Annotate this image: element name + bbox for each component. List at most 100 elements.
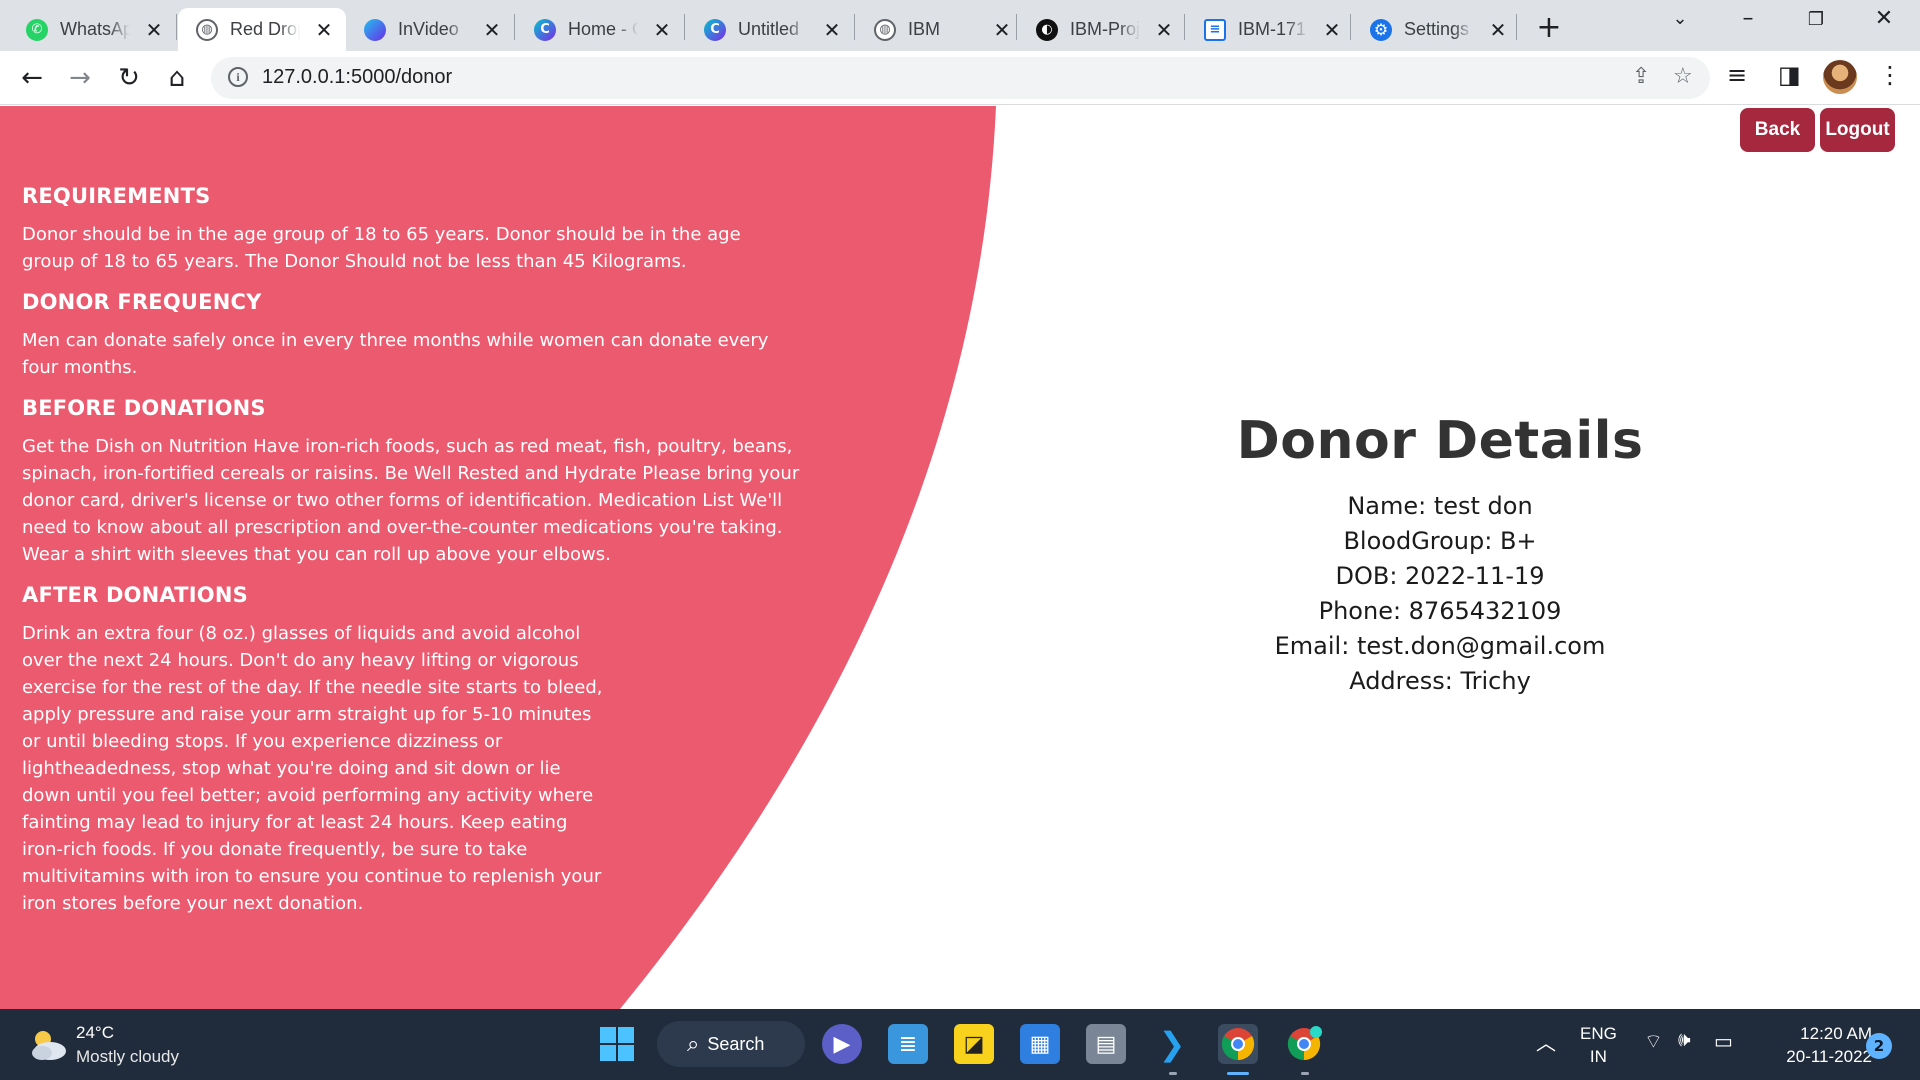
github-icon: ◐ xyxy=(1036,18,1058,41)
address-bar[interactable]: i 127.0.0.1:5000/donor ⇪ ☆ xyxy=(211,57,1710,99)
close-icon[interactable]: ✕ xyxy=(990,18,1014,42)
donor-email: Email: test.don@gmail.com xyxy=(1274,632,1606,660)
media-control-icon[interactable]: ≡ xyxy=(1727,61,1747,89)
tab-ibm[interactable]: ◍ IBM ✕ xyxy=(856,8,1024,51)
clock-date: 20-11-2022 xyxy=(1786,1047,1872,1066)
globe-icon: ◍ xyxy=(196,18,218,41)
gear-icon: ⚙ xyxy=(1370,18,1392,41)
cloudy-weather-icon[interactable] xyxy=(28,1027,68,1063)
share-icon[interactable]: ⇪ xyxy=(1632,64,1650,89)
before-donations-heading: BEFORE DONATIONS xyxy=(22,396,266,420)
after-donations-heading: AFTER DONATIONS xyxy=(22,583,248,607)
clock[interactable]: 12:20 AM 20-11-2022 xyxy=(1762,1022,1872,1068)
logout-button[interactable]: Logout xyxy=(1820,108,1895,152)
restore-button[interactable]: ❐ xyxy=(1796,9,1836,30)
tab-title: Settings xyxy=(1404,19,1470,39)
tab-red-drop[interactable]: ◍ Red Drop ✕ xyxy=(178,8,346,51)
show-hidden-icons-chevron-icon[interactable]: ︿ xyxy=(1536,1027,1556,1056)
requirements-text: Donor should be in the age group of 18 t… xyxy=(22,224,741,272)
taskbar-search[interactable]: ⌕ Search xyxy=(657,1021,805,1067)
region-code: IN xyxy=(1589,1047,1607,1066)
back-arrow-icon[interactable]: ← xyxy=(15,61,49,95)
tab-search-chevron-icon[interactable]: ⌄ xyxy=(1660,8,1700,29)
tab-whatsapp[interactable]: ✆ WhatsApp ✕ xyxy=(8,8,176,51)
notification-badge[interactable]: 2 xyxy=(1866,1033,1892,1059)
canva-icon: C xyxy=(534,18,556,41)
globe-icon: ◍ xyxy=(874,18,896,41)
bookmark-star-icon[interactable]: ☆ xyxy=(1673,64,1693,89)
donor-blood-group: BloodGroup: B+ xyxy=(1343,527,1537,555)
wifi-icon[interactable]: ⌔ xyxy=(1644,1029,1663,1054)
notepad-icon[interactable]: ≣ xyxy=(888,1024,928,1064)
canva-icon: C xyxy=(704,18,726,41)
clock-time: 12:20 AM xyxy=(1800,1024,1872,1043)
donor-dob: DOB: 2022-11-19 xyxy=(1335,562,1545,590)
taskbar: 24°C Mostly cloudy ⌕ Search ▶ ≣ ◪ ▦ ▤ ❯ … xyxy=(0,1009,1920,1080)
weather-temperature[interactable]: 24°C xyxy=(76,1023,114,1043)
battery-icon[interactable]: ▭ xyxy=(1714,1029,1733,1054)
frequency-text: Men can donate safely once in every thre… xyxy=(22,330,769,378)
page-title: Donor Details xyxy=(1236,411,1644,471)
close-icon[interactable]: ✕ xyxy=(480,18,504,42)
tab-title: WhatsApp xyxy=(60,19,130,39)
tab-canva-home[interactable]: C Home - Canva ✕ xyxy=(516,8,684,51)
home-icon[interactable]: ⌂ xyxy=(160,61,194,95)
language-code: ENG xyxy=(1580,1024,1617,1043)
minimize-button[interactable]: – xyxy=(1728,6,1768,31)
chrome-profile-icon[interactable] xyxy=(1218,1024,1258,1064)
close-icon[interactable]: ✕ xyxy=(1486,18,1510,42)
weather-description[interactable]: Mostly cloudy xyxy=(76,1047,179,1067)
close-icon[interactable]: ✕ xyxy=(312,18,336,42)
close-icon[interactable]: ✕ xyxy=(1320,18,1344,42)
invideo-icon xyxy=(364,18,386,41)
input-language[interactable]: ENG IN xyxy=(1580,1022,1617,1068)
tab-title: Untitled xyxy=(738,19,800,39)
close-icon[interactable]: ✕ xyxy=(650,18,674,42)
before-donations-text: Get the Dish on Nutrition Have iron-rich… xyxy=(22,436,800,565)
whatsapp-icon: ✆ xyxy=(26,18,48,41)
tab-strip: ✆ WhatsApp ✕ ◍ Red Drop ✕ InVideo ✕ C Ho… xyxy=(0,0,1920,51)
tab-title: IBM xyxy=(908,19,941,39)
tab-untitled[interactable]: C Untitled ✕ xyxy=(686,8,854,51)
back-button[interactable]: Back xyxy=(1740,108,1815,152)
teams-chat-icon[interactable]: ▶ xyxy=(822,1024,862,1064)
calculator-icon[interactable]: ▤ xyxy=(1086,1024,1126,1064)
menu-kebab-icon[interactable]: ⋮ xyxy=(1878,61,1902,89)
browser-toolbar: ← → ↻ ⌂ i 127.0.0.1:5000/donor ⇪ ☆ ≡ ◨ ⋮ xyxy=(0,51,1920,105)
tab-title: IBM-171 xyxy=(1238,19,1307,39)
sticky-notes-icon[interactable]: ◪ xyxy=(954,1024,994,1064)
requirements-heading: REQUIREMENTS xyxy=(22,184,211,208)
tab-title: Home - Canva xyxy=(568,19,638,39)
close-icon[interactable]: ✕ xyxy=(1152,18,1176,42)
windows-start-icon[interactable] xyxy=(597,1024,637,1064)
info-icon[interactable]: i xyxy=(228,67,248,87)
vscode-icon[interactable]: ❯ xyxy=(1152,1024,1192,1064)
profile-avatar[interactable] xyxy=(1823,60,1857,94)
tab-title: InVideo xyxy=(398,19,459,39)
frequency-heading: DONOR FREQUENCY xyxy=(22,290,262,314)
close-icon[interactable]: ✕ xyxy=(820,18,844,42)
tab-title: IBM-Project xyxy=(1070,19,1140,39)
page-viewport: REQUIREMENTS Donor should be in the age … xyxy=(0,106,1920,1009)
forward-arrow-icon[interactable]: → xyxy=(63,61,97,95)
tab-settings[interactable]: ⚙ Settings ✕ xyxy=(1352,8,1520,51)
tab-invideo[interactable]: InVideo ✕ xyxy=(346,8,514,51)
side-panel-icon[interactable]: ◨ xyxy=(1778,61,1801,89)
new-tab-button[interactable]: + xyxy=(1533,10,1565,45)
donor-address: Address: Trichy xyxy=(1349,667,1531,695)
calendar-icon[interactable]: ▦ xyxy=(1020,1024,1060,1064)
tab-ibm-doc[interactable]: ≡ IBM-171 ✕ xyxy=(1186,8,1354,51)
close-icon[interactable]: ✕ xyxy=(142,18,166,42)
chrome-icon[interactable] xyxy=(1284,1024,1324,1064)
tab-github[interactable]: ◐ IBM-Project ✕ xyxy=(1018,8,1186,51)
reload-icon[interactable]: ↻ xyxy=(112,61,146,95)
close-window-button[interactable]: ✕ xyxy=(1864,6,1904,31)
donation-info: REQUIREMENTS Donor should be in the age … xyxy=(22,184,802,932)
donor-phone: Phone: 8765432109 xyxy=(1318,597,1562,625)
document-icon: ≡ xyxy=(1204,18,1226,41)
volume-icon[interactable]: 🕪 xyxy=(1678,1029,1691,1052)
after-donations-text: Drink an extra four (8 oz.) glasses of l… xyxy=(22,623,603,914)
tab-title: Red Drop xyxy=(230,19,300,39)
donor-details: Donor Details Name: test don BloodGroup:… xyxy=(1140,411,1740,699)
url-text[interactable]: 127.0.0.1:5000/donor xyxy=(262,66,452,89)
